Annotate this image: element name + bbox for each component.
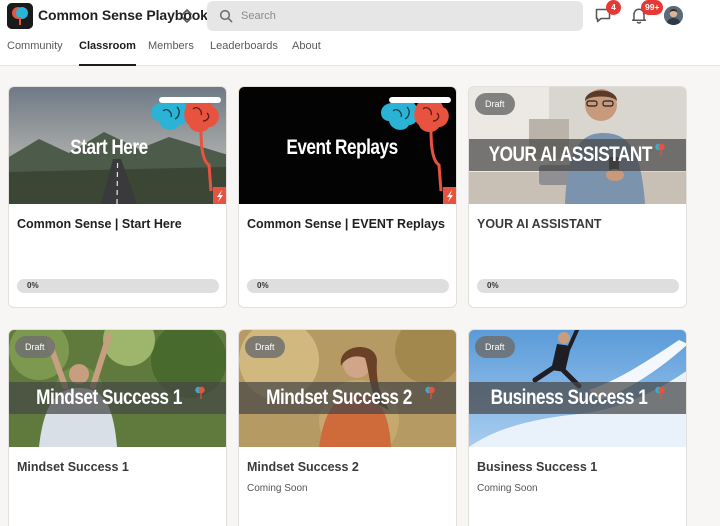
course-title[interactable]: Business Success 1 xyxy=(477,460,597,474)
course-thumbnail: Business Success 1 Draft xyxy=(469,330,686,447)
course-card[interactable]: Mindset Success 2 Draft Mindset Success … xyxy=(238,329,457,526)
tab-about[interactable]: About xyxy=(292,40,321,66)
course-subtitle: Coming Soon xyxy=(477,483,538,494)
search-input[interactable] xyxy=(241,6,561,26)
course-title[interactable]: YOUR AI ASSISTANT xyxy=(477,217,602,231)
switcher-chevrons-icon[interactable] xyxy=(180,7,194,25)
search-icon xyxy=(219,9,233,23)
progress-label: 0% xyxy=(257,281,269,290)
brain-logo-icon xyxy=(195,386,205,399)
search-bar[interactable] xyxy=(207,1,583,31)
course-thumbnail: Mindset Success 2 Draft xyxy=(239,330,456,447)
draft-badge: Draft xyxy=(245,336,285,358)
course-banner-text: Mindset Success 2 xyxy=(266,386,412,409)
draft-badge: Draft xyxy=(475,336,515,358)
course-title[interactable]: Mindset Success 2 xyxy=(247,460,359,474)
community-logo[interactable] xyxy=(7,3,33,29)
tab-members[interactable]: Members xyxy=(148,40,194,66)
draft-badge: Draft xyxy=(15,336,55,358)
course-title[interactable]: Common Sense | EVENT Replays xyxy=(247,217,445,231)
course-banner-text: Event Replays xyxy=(286,136,398,159)
course-card[interactable]: Business Success 1 Draft Business Succes… xyxy=(468,329,687,526)
progress-bar: 0% xyxy=(247,279,449,293)
draft-badge: Draft xyxy=(475,93,515,115)
progress-bar: 0% xyxy=(477,279,679,293)
brain-logo-icon xyxy=(655,386,665,399)
course-card[interactable]: YOUR AI ASSISTANT Draft YOUR AI ASSISTAN… xyxy=(468,86,687,308)
course-banner-text: Start Here xyxy=(70,136,148,159)
course-title[interactable]: Common Sense | Start Here xyxy=(17,217,182,231)
brain-logo-icon xyxy=(655,143,665,156)
course-card[interactable]: Mindset Success 1 Draft Mindset Success … xyxy=(8,329,227,526)
progress-bar: 0% xyxy=(17,279,219,293)
course-banner-text: Business Success 1 xyxy=(490,386,648,409)
course-banner-text: YOUR AI ASSISTANT xyxy=(488,143,653,166)
course-thumbnail: Start Here xyxy=(9,87,226,204)
avatar[interactable] xyxy=(664,6,683,25)
brain-logo-icon xyxy=(425,386,435,399)
progress-label: 0% xyxy=(27,281,39,290)
tab-classroom[interactable]: Classroom xyxy=(79,40,136,66)
progress-label: 0% xyxy=(487,281,499,290)
course-card[interactable]: Start Here Common Sense | Start Here 0% xyxy=(8,86,227,308)
course-title[interactable]: Mindset Success 1 xyxy=(17,460,129,474)
course-thumbnail: Mindset Success 1 Draft xyxy=(9,330,226,447)
course-subtitle: Coming Soon xyxy=(247,483,308,494)
course-banner-text: Mindset Success 1 xyxy=(36,386,182,409)
course-thumbnail: Event Replays xyxy=(239,87,456,204)
top-bar: Common Sense Playbook 4 99+ Community Cl… xyxy=(0,0,720,66)
course-card[interactable]: Event Replays Common Sense | EVENT Repla… xyxy=(238,86,457,308)
tab-leaderboards[interactable]: Leaderboards xyxy=(210,40,278,66)
notification-badge: 99+ xyxy=(641,0,664,15)
course-thumbnail: YOUR AI ASSISTANT Draft xyxy=(469,87,686,204)
tab-community[interactable]: Community xyxy=(7,40,63,66)
chat-badge: 4 xyxy=(606,0,621,15)
